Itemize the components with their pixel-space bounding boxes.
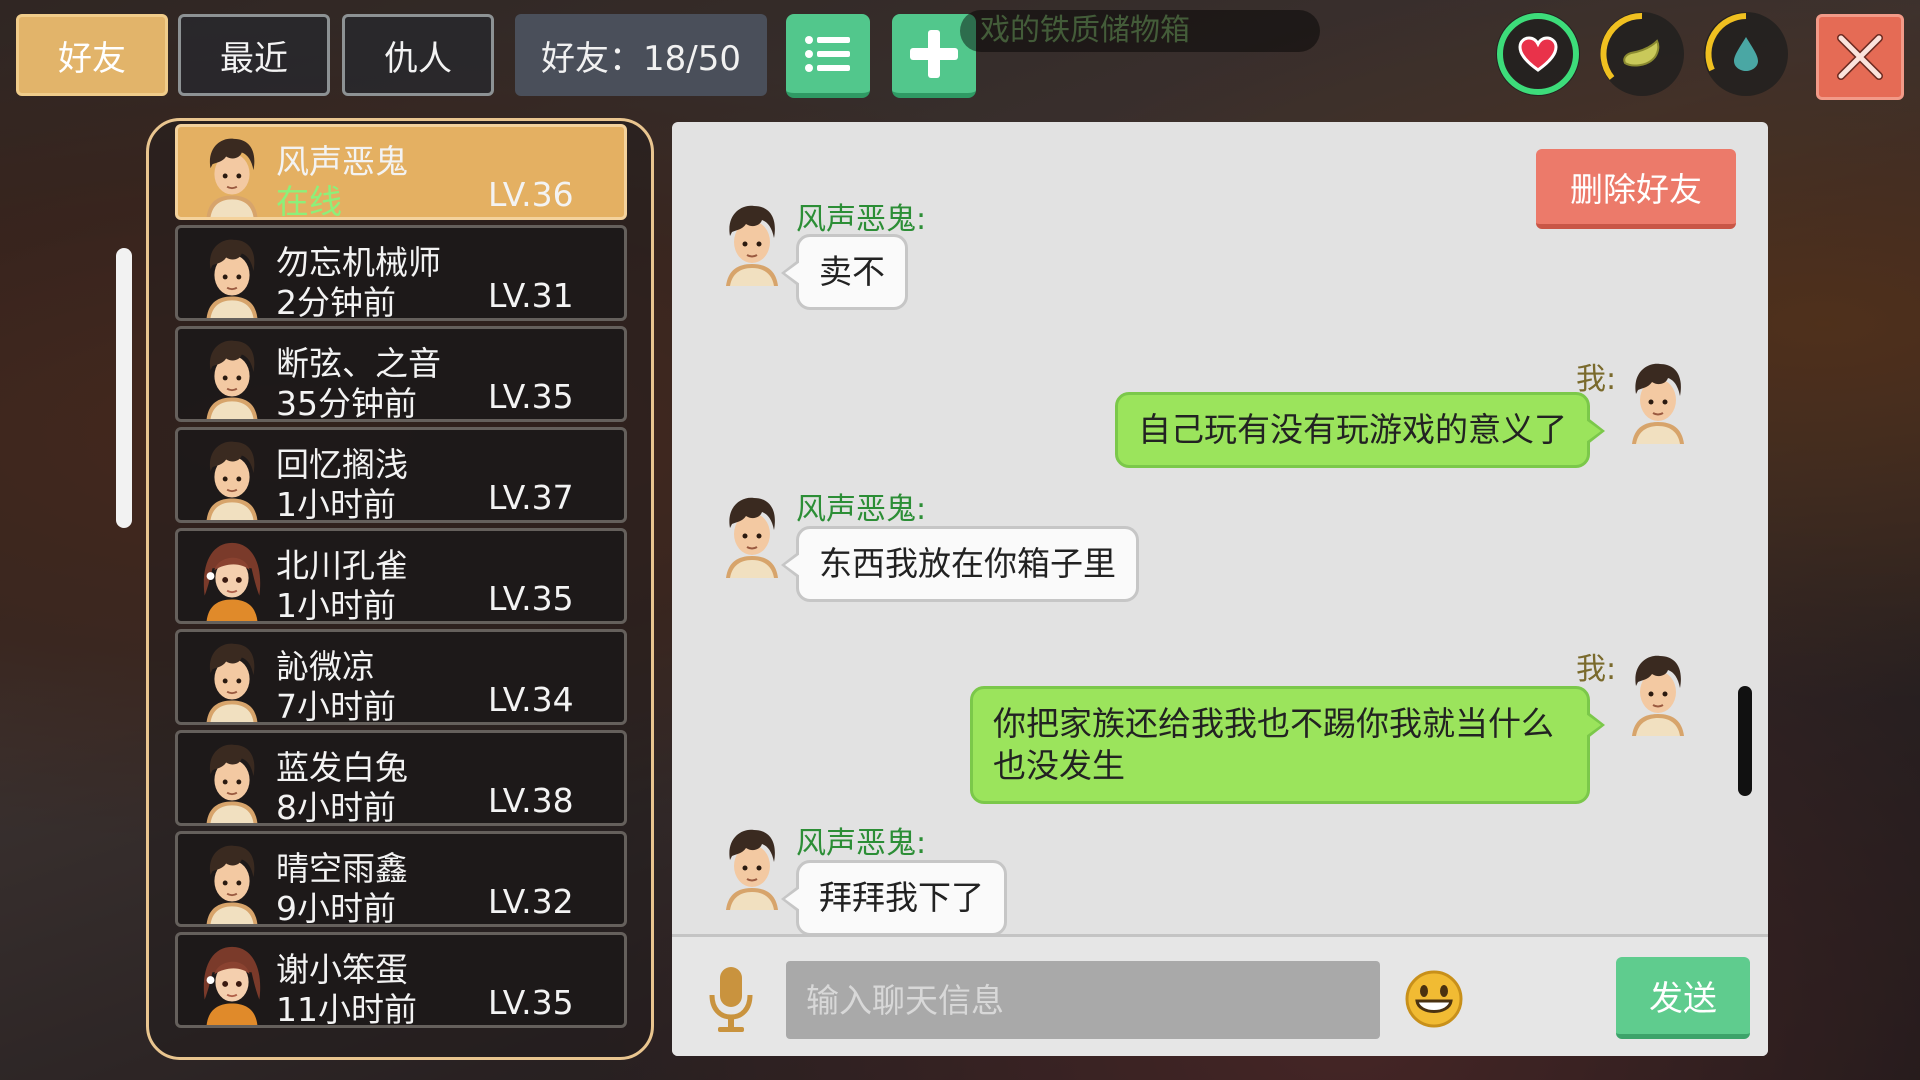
friend-row[interactable]: 风声恶鬼 在线 LV.36 xyxy=(175,124,627,221)
microphone-icon[interactable] xyxy=(706,965,756,1035)
friend-avatar xyxy=(192,537,272,621)
close-button[interactable] xyxy=(1816,14,1904,100)
message-bubble: 拜拜我下了 xyxy=(781,860,1007,936)
message-sender-me: 我: xyxy=(1576,362,1617,397)
message-sender: 风声恶鬼: xyxy=(796,492,927,527)
friend-avatar xyxy=(192,840,272,924)
friend-status: 在线 xyxy=(276,182,342,221)
friend-level: LV.31 xyxy=(488,276,574,315)
close-icon xyxy=(1837,34,1883,80)
friend-row[interactable]: 回忆搁浅 1小时前 LV.37 xyxy=(175,427,627,524)
friend-level: LV.35 xyxy=(488,377,574,416)
friend-avatar xyxy=(192,335,272,419)
friend-avatar xyxy=(192,739,272,823)
friend-status: 35分钟前 xyxy=(276,384,417,423)
plus-icon xyxy=(910,29,958,78)
avatar xyxy=(1622,650,1694,736)
message-text: 卖不 xyxy=(819,252,885,291)
friend-level: LV.32 xyxy=(488,882,574,921)
friend-row[interactable]: 蓝发白兔 8小时前 LV.38 xyxy=(175,730,627,827)
friend-status: 9小时前 xyxy=(276,889,396,928)
smiley-icon[interactable] xyxy=(1404,969,1464,1029)
friend-avatar xyxy=(192,234,272,318)
message-text: 你把家族还给我我也不踢你我就当什么也没发生 xyxy=(993,704,1554,785)
friend-list-button[interactable] xyxy=(786,14,870,98)
delete-friend-button[interactable]: 删除好友 xyxy=(1536,149,1736,229)
list-icon xyxy=(805,35,850,72)
avatar xyxy=(716,492,788,578)
friend-level: LV.37 xyxy=(488,478,574,517)
message-text: 自己玩有没有玩游戏的意义了 xyxy=(1138,410,1567,449)
hunger-ring xyxy=(1600,12,1643,80)
message-sender: 风声恶鬼: xyxy=(796,826,927,861)
hunger-stat xyxy=(1600,12,1684,96)
avatar xyxy=(716,200,788,286)
notification-banner: 戏的铁质储物箱 xyxy=(960,10,1320,52)
friend-status: 2分钟前 xyxy=(276,283,396,322)
message-sender: 风声恶鬼: xyxy=(796,202,927,237)
chat-input[interactable] xyxy=(786,961,1380,1039)
message-text: 东西我放在你箱子里 xyxy=(819,544,1116,583)
friend-status: 11小时前 xyxy=(276,990,417,1029)
friend-status: 1小时前 xyxy=(276,485,396,524)
friend-row[interactable]: 勿忘机械师 2分钟前 LV.31 xyxy=(175,225,627,322)
friend-avatar xyxy=(192,436,272,520)
avatar xyxy=(1622,358,1694,444)
friend-level: LV.35 xyxy=(488,579,574,618)
friend-list-panel: 风声恶鬼 在线 LV.36 勿忘机械师 2分钟前 LV.31 断弦、之音 35分钟前 LV.35… xyxy=(146,118,654,1060)
friend-avatar xyxy=(192,941,272,1025)
friend-level: LV.35 xyxy=(488,983,574,1022)
friend-level: LV.36 xyxy=(488,175,574,214)
message-bubble: 你把家族还给我我也不踢你我就当什么也没发生 xyxy=(970,686,1605,804)
friend-status: 7小时前 xyxy=(276,687,396,726)
thirst-stat xyxy=(1704,12,1788,96)
chat-input-bar: 发送 xyxy=(672,934,1768,1056)
send-button[interactable]: 发送 xyxy=(1616,957,1750,1039)
thirst-ring xyxy=(1705,13,1747,72)
health-stat xyxy=(1496,12,1580,96)
friend-level: LV.34 xyxy=(488,680,574,719)
tab-friends[interactable]: 好友 xyxy=(16,14,168,96)
friend-row[interactable]: 訫微凉 7小时前 LV.34 xyxy=(175,629,627,726)
chat-panel: 删除好友 风声恶鬼: 卖不 我: 自己玩有没有玩游戏的意义了 风声恶鬼: 东西我… xyxy=(672,122,1768,1056)
friend-row[interactable]: 谢小笨蛋 11小时前 LV.35 xyxy=(175,932,627,1029)
message-sender-me: 我: xyxy=(1576,652,1617,687)
message-text: 拜拜我下了 xyxy=(819,878,984,917)
chat-scrollbar[interactable] xyxy=(1738,686,1752,796)
friend-row[interactable]: 晴空雨鑫 9小时前 LV.32 xyxy=(175,831,627,928)
friend-count: 好友：18/50 xyxy=(515,14,767,96)
friend-list-scrollbar[interactable] xyxy=(116,248,132,528)
friend-row[interactable]: 断弦、之音 35分钟前 LV.35 xyxy=(175,326,627,423)
friend-row[interactable]: 北川孔雀 1小时前 LV.35 xyxy=(175,528,627,625)
friend-avatar xyxy=(192,638,272,722)
message-bubble: 东西我放在你箱子里 xyxy=(781,526,1139,602)
health-ring xyxy=(1497,13,1579,95)
friend-status: 1小时前 xyxy=(276,586,396,625)
message-bubble: 卖不 xyxy=(781,234,908,310)
tab-enemies[interactable]: 仇人 xyxy=(342,14,494,96)
friend-level: LV.38 xyxy=(488,781,574,820)
message-bubble: 自己玩有没有玩游戏的意义了 xyxy=(1115,392,1605,468)
avatar xyxy=(716,824,788,910)
top-bar: 好友 最近 仇人 好友：18/50 戏的铁质储物箱 xyxy=(0,0,1920,112)
friend-avatar xyxy=(192,133,272,217)
friend-status: 8小时前 xyxy=(276,788,396,827)
tab-recent[interactable]: 最近 xyxy=(178,14,330,96)
